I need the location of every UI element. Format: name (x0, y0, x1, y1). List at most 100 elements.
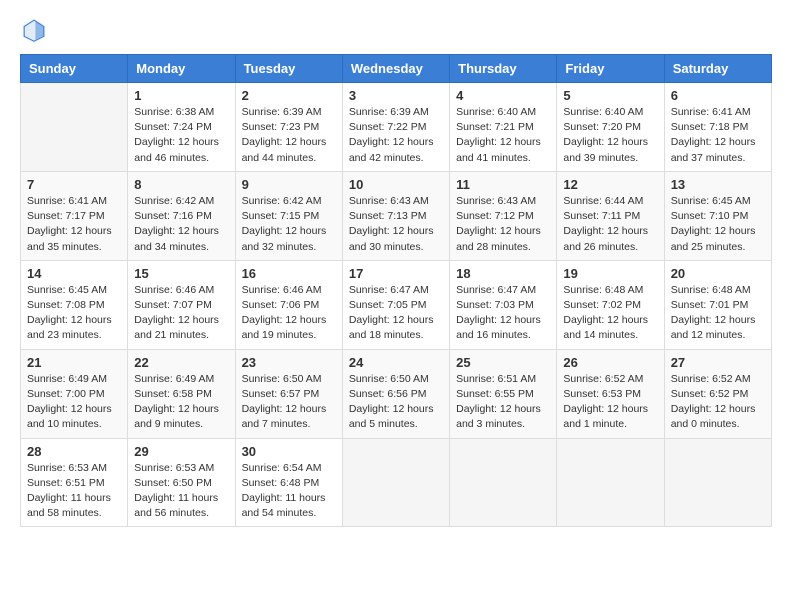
day-info: Sunrise: 6:42 AMSunset: 7:15 PMDaylight:… (242, 194, 336, 255)
day-number: 2 (242, 88, 336, 103)
calendar-week-row: 1 Sunrise: 6:38 AMSunset: 7:24 PMDaylight… (21, 83, 772, 172)
calendar-week-row: 7 Sunrise: 6:41 AMSunset: 7:17 PMDaylight… (21, 171, 772, 260)
logo (20, 16, 52, 44)
day-info: Sunrise: 6:41 AMSunset: 7:18 PMDaylight:… (671, 105, 765, 166)
calendar-header-tuesday: Tuesday (235, 55, 342, 83)
calendar-cell: 14 Sunrise: 6:45 AMSunset: 7:08 PMDayligh… (21, 260, 128, 349)
calendar-cell (664, 438, 771, 527)
calendar-cell: 6Sunrise: 6:41 AMSunset: 7:18 PMDaylight… (664, 83, 771, 172)
day-info: Sunrise: 6:43 AMSunset: 7:12 PMDaylight:… (456, 194, 550, 255)
day-number: 4 (456, 88, 550, 103)
day-info: Sunrise: 6:52 AMSunset: 6:52 PMDaylight:… (671, 372, 765, 433)
day-number: 21 (27, 355, 121, 370)
day-number: 10 (349, 177, 443, 192)
day-info: Sunrise: 6:46 AMSunset: 7:06 PMDaylight:… (242, 283, 336, 344)
calendar-cell (450, 438, 557, 527)
calendar-cell: 2 Sunrise: 6:39 AMSunset: 7:23 PMDaylight… (235, 83, 342, 172)
calendar-cell: 25 Sunrise: 6:51 AMSunset: 6:55 PMDayligh… (450, 349, 557, 438)
calendar-cell: 16 Sunrise: 6:46 AMSunset: 7:06 PMDayligh… (235, 260, 342, 349)
calendar-cell: 21 Sunrise: 6:49 AMSunset: 7:00 PMDayligh… (21, 349, 128, 438)
calendar-cell: 5 Sunrise: 6:40 AMSunset: 7:20 PMDaylight… (557, 83, 664, 172)
calendar-cell: 15 Sunrise: 6:46 AMSunset: 7:07 PMDayligh… (128, 260, 235, 349)
page-header (20, 16, 772, 44)
calendar-cell: 8 Sunrise: 6:42 AMSunset: 7:16 PMDaylight… (128, 171, 235, 260)
calendar-cell (342, 438, 449, 527)
day-number: 8 (134, 177, 228, 192)
calendar-cell: 10Sunrise: 6:43 AMSunset: 7:13 PMDayligh… (342, 171, 449, 260)
calendar-header-wednesday: Wednesday (342, 55, 449, 83)
day-number: 12 (563, 177, 657, 192)
calendar-cell: 26 Sunrise: 6:52 AMSunset: 6:53 PMDayligh… (557, 349, 664, 438)
day-info: Sunrise: 6:53 AMSunset: 6:51 PMDaylight:… (27, 461, 121, 522)
day-info: Sunrise: 6:50 AMSunset: 6:56 PMDaylight:… (349, 372, 443, 433)
calendar-cell: 1 Sunrise: 6:38 AMSunset: 7:24 PMDaylight… (128, 83, 235, 172)
day-info: Sunrise: 6:46 AMSunset: 7:07 PMDaylight:… (134, 283, 228, 344)
day-number: 16 (242, 266, 336, 281)
day-number: 23 (242, 355, 336, 370)
day-number: 17 (349, 266, 443, 281)
day-number: 28 (27, 444, 121, 459)
day-info: Sunrise: 6:45 AMSunset: 7:10 PMDaylight:… (671, 194, 765, 255)
logo-icon (20, 16, 48, 44)
calendar-cell (21, 83, 128, 172)
day-info: Sunrise: 6:53 AMSunset: 6:50 PMDaylight:… (134, 461, 228, 522)
calendar-header-row: SundayMondayTuesdayWednesdayThursdayFrid… (21, 55, 772, 83)
day-number: 18 (456, 266, 550, 281)
calendar-cell (557, 438, 664, 527)
day-info: Sunrise: 6:42 AMSunset: 7:16 PMDaylight:… (134, 194, 228, 255)
calendar-header-saturday: Saturday (664, 55, 771, 83)
day-number: 25 (456, 355, 550, 370)
calendar-cell: 29 Sunrise: 6:53 AMSunset: 6:50 PMDayligh… (128, 438, 235, 527)
day-info: Sunrise: 6:52 AMSunset: 6:53 PMDaylight:… (563, 372, 657, 433)
calendar-cell: 12 Sunrise: 6:44 AMSunset: 7:11 PMDayligh… (557, 171, 664, 260)
day-number: 7 (27, 177, 121, 192)
day-info: Sunrise: 6:40 AMSunset: 7:20 PMDaylight:… (563, 105, 657, 166)
day-number: 1 (134, 88, 228, 103)
day-number: 20 (671, 266, 765, 281)
day-info: Sunrise: 6:50 AMSunset: 6:57 PMDaylight:… (242, 372, 336, 433)
day-info: Sunrise: 6:51 AMSunset: 6:55 PMDaylight:… (456, 372, 550, 433)
calendar-cell: 13 Sunrise: 6:45 AMSunset: 7:10 PMDayligh… (664, 171, 771, 260)
day-number: 9 (242, 177, 336, 192)
day-info: Sunrise: 6:49 AMSunset: 6:58 PMDaylight:… (134, 372, 228, 433)
day-number: 29 (134, 444, 228, 459)
calendar-cell: 20 Sunrise: 6:48 AMSunset: 7:01 PMDayligh… (664, 260, 771, 349)
calendar-cell: 9 Sunrise: 6:42 AMSunset: 7:15 PMDaylight… (235, 171, 342, 260)
day-info: Sunrise: 6:39 AMSunset: 7:23 PMDaylight:… (242, 105, 336, 166)
day-info: Sunrise: 6:48 AMSunset: 7:01 PMDaylight:… (671, 283, 765, 344)
day-info: Sunrise: 6:48 AMSunset: 7:02 PMDaylight:… (563, 283, 657, 344)
calendar-cell: 27 Sunrise: 6:52 AMSunset: 6:52 PMDayligh… (664, 349, 771, 438)
calendar-cell: 18Sunrise: 6:47 AMSunset: 7:03 PMDayligh… (450, 260, 557, 349)
day-number: 19 (563, 266, 657, 281)
day-info: Sunrise: 6:39 AMSunset: 7:22 PMDaylight:… (349, 105, 443, 166)
calendar-header-friday: Friday (557, 55, 664, 83)
calendar-cell: 11Sunrise: 6:43 AMSunset: 7:12 PMDayligh… (450, 171, 557, 260)
day-info: Sunrise: 6:44 AMSunset: 7:11 PMDaylight:… (563, 194, 657, 255)
calendar-cell: 22 Sunrise: 6:49 AMSunset: 6:58 PMDayligh… (128, 349, 235, 438)
calendar-table: SundayMondayTuesdayWednesdayThursdayFrid… (20, 54, 772, 527)
day-number: 30 (242, 444, 336, 459)
day-info: Sunrise: 6:41 AMSunset: 7:17 PMDaylight:… (27, 194, 121, 255)
day-info: Sunrise: 6:38 AMSunset: 7:24 PMDaylight:… (134, 105, 228, 166)
calendar-week-row: 14 Sunrise: 6:45 AMSunset: 7:08 PMDayligh… (21, 260, 772, 349)
day-number: 15 (134, 266, 228, 281)
day-info: Sunrise: 6:49 AMSunset: 7:00 PMDaylight:… (27, 372, 121, 433)
day-number: 5 (563, 88, 657, 103)
day-number: 3 (349, 88, 443, 103)
calendar-cell: 17Sunrise: 6:47 AMSunset: 7:05 PMDayligh… (342, 260, 449, 349)
day-number: 22 (134, 355, 228, 370)
calendar-cell: 19 Sunrise: 6:48 AMSunset: 7:02 PMDayligh… (557, 260, 664, 349)
day-number: 14 (27, 266, 121, 281)
day-number: 27 (671, 355, 765, 370)
day-info: Sunrise: 6:54 AMSunset: 6:48 PMDaylight:… (242, 461, 336, 522)
calendar-cell: 28 Sunrise: 6:53 AMSunset: 6:51 PMDayligh… (21, 438, 128, 527)
calendar-cell: 23 Sunrise: 6:50 AMSunset: 6:57 PMDayligh… (235, 349, 342, 438)
day-number: 13 (671, 177, 765, 192)
day-number: 26 (563, 355, 657, 370)
calendar-cell: 30 Sunrise: 6:54 AMSunset: 6:48 PMDayligh… (235, 438, 342, 527)
day-info: Sunrise: 6:40 AMSunset: 7:21 PMDaylight:… (456, 105, 550, 166)
calendar-cell: 24 Sunrise: 6:50 AMSunset: 6:56 PMDayligh… (342, 349, 449, 438)
day-number: 24 (349, 355, 443, 370)
day-info: Sunrise: 6:45 AMSunset: 7:08 PMDaylight:… (27, 283, 121, 344)
calendar-cell: 3 Sunrise: 6:39 AMSunset: 7:22 PMDaylight… (342, 83, 449, 172)
